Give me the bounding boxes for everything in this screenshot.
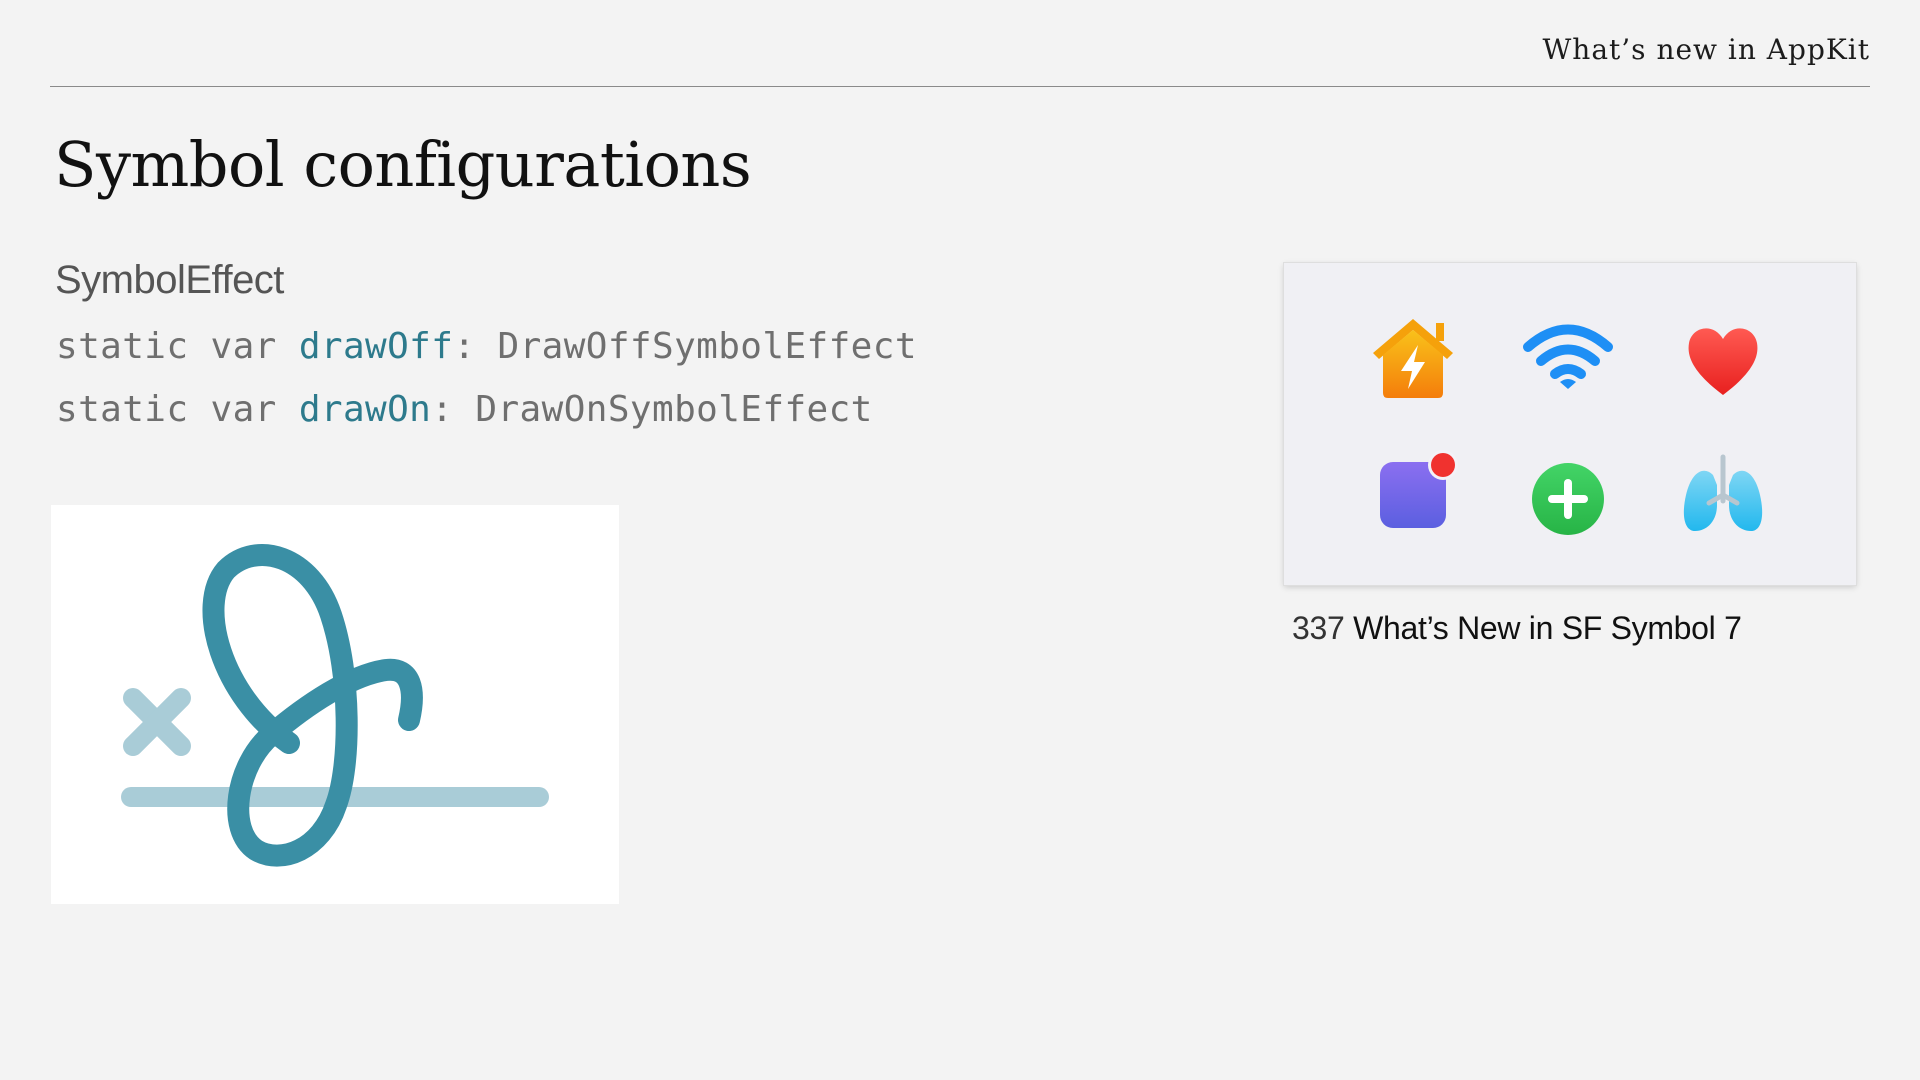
signature-stroke [202, 544, 423, 867]
code-line-draw-on: static var drawOn: DrawOnSymbolEffect [56, 389, 873, 430]
header-divider [50, 86, 1870, 87]
header-title: What’s new in AppKit [1542, 33, 1870, 66]
plus-circle-icon [1518, 445, 1618, 545]
wifi-icon [1518, 307, 1618, 407]
code-identifier: drawOn [298, 389, 432, 430]
section-label: SymbolEffect [55, 258, 284, 302]
app-badge-icon [1363, 445, 1463, 545]
heart-icon [1673, 307, 1773, 407]
session-caption[interactable]: 337 What’s New in SF Symbol 7 [1292, 610, 1742, 647]
lungs-icon [1673, 445, 1773, 545]
code-type: : DrawOffSymbolEffect [453, 326, 917, 367]
slide-title: Symbol configurations [54, 128, 752, 201]
code-keyword: static var [56, 389, 299, 430]
signature-draw-icon [121, 544, 549, 867]
signature-illustration-card [51, 505, 619, 904]
sf-symbols-card [1284, 263, 1856, 585]
session-number: 337 [1292, 610, 1345, 646]
house-bolt-icon [1363, 307, 1463, 407]
code-line-draw-off: static var drawOff: DrawOffSymbolEffect [56, 326, 917, 367]
code-type: : DrawOnSymbolEffect [431, 389, 873, 430]
session-title: What’s New in SF Symbol 7 [1344, 610, 1742, 646]
code-identifier: drawOff [298, 326, 454, 367]
code-keyword: static var [56, 326, 299, 367]
